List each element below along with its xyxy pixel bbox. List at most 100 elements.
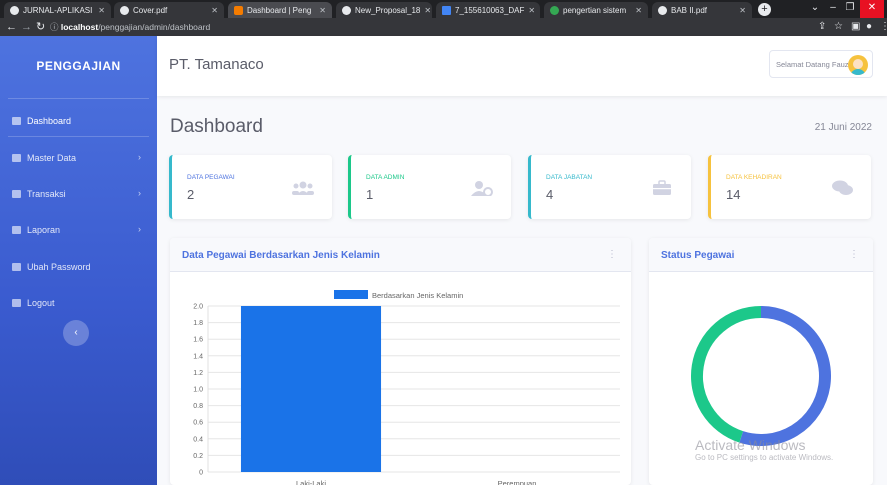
- dropdown-menu-icon[interactable]: ⋮: [607, 249, 617, 260]
- card-data-pegawai: DATA PEGAWAI 2: [169, 155, 332, 219]
- sidebar-item-laporan[interactable]: Laporan ›: [0, 219, 157, 241]
- sidebar-item-label: Laporan: [27, 225, 61, 235]
- card-value: 2: [187, 187, 195, 202]
- card-data-admin: DATA ADMIN 1: [348, 155, 511, 219]
- profile-icon[interactable]: ●: [866, 20, 872, 34]
- chrome-icon: [342, 5, 351, 15]
- page-date: 21 Juni 2022: [814, 122, 872, 133]
- close-icon[interactable]: ✕: [420, 6, 431, 15]
- user-cog-icon: [471, 181, 493, 196]
- y-tick-label: 1.4: [193, 353, 203, 360]
- sidebar-brand[interactable]: PENGGAJIAN: [0, 36, 157, 96]
- y-tick-label: 0.8: [193, 403, 203, 410]
- close-icon[interactable]: ✕: [94, 6, 105, 15]
- address-bar[interactable]: ⓘ localhost/penggajian/admin/dashboard: [50, 20, 830, 34]
- google-icon: [550, 5, 559, 15]
- browser-tab[interactable]: BAB II.pdf ✕: [652, 2, 752, 18]
- tab-label: Dashboard | Peng: [247, 5, 312, 15]
- x-tick-label: Laki-Laki: [296, 479, 326, 485]
- menu-dots-icon[interactable]: ⋮: [880, 20, 887, 34]
- sidebar-divider: [8, 98, 149, 99]
- y-tick-label: 0.2: [193, 453, 203, 460]
- browser-tab[interactable]: pengertian sistem ✕: [544, 2, 648, 18]
- close-icon[interactable]: ✕: [631, 6, 642, 15]
- sidebar-item-transaksi[interactable]: Transaksi ›: [0, 183, 157, 205]
- card-value: 1: [366, 187, 374, 202]
- sidebar-item-master-data[interactable]: Master Data ›: [0, 147, 157, 169]
- card-label: DATA PEGAWAI: [187, 174, 235, 181]
- share-icon[interactable]: ⇪: [818, 20, 826, 34]
- browser-tab[interactable]: JURNAL-APLIKASI ✕: [4, 2, 111, 18]
- bookmark-star-icon[interactable]: ☆: [834, 20, 843, 34]
- bar-chart: Berdasarkan Jenis Kelamin 2.0 1.8 1.6 1.4 1.2…: [193, 290, 620, 485]
- panel-header: Data Pegawai Berdasarkan Jenis Kelamin ⋮: [170, 238, 631, 272]
- panel-header: Status Pegawai ⋮: [649, 238, 873, 272]
- app-icon: [234, 5, 243, 15]
- donut-slice: [739, 306, 831, 446]
- new-tab-button[interactable]: +: [758, 3, 771, 16]
- browser-tab[interactable]: 7_155610063_DAF ✕: [436, 2, 540, 18]
- tab-label: New_Proposal_18: [355, 5, 421, 15]
- close-icon[interactable]: ✕: [207, 6, 218, 15]
- sidebar-item-label: Master Data: [27, 153, 77, 163]
- y-tick-label: 1.2: [193, 370, 203, 377]
- activate-windows-watermark: Activate Windows Go to PC settings to ac…: [695, 437, 833, 463]
- sidebar-toggle-button[interactable]: ‹: [63, 320, 89, 346]
- dropdown-menu-icon[interactable]: ⋮: [849, 249, 859, 260]
- y-tick-label: 1.6: [193, 337, 203, 344]
- browser-tab-active[interactable]: Dashboard | Peng ✕: [228, 2, 332, 18]
- reload-icon[interactable]: ↻: [36, 20, 45, 34]
- table-icon: [12, 190, 21, 198]
- lock-icon: [12, 263, 21, 271]
- sidebar-item-ubah-password[interactable]: Ubah Password: [0, 256, 157, 278]
- sidebar-item-label: Ubah Password: [27, 262, 91, 272]
- sidebar-item-label: Transaksi: [27, 189, 66, 199]
- forward-icon[interactable]: →: [21, 20, 32, 34]
- company-name: PT. Tamanaco: [169, 56, 264, 73]
- close-icon[interactable]: ✕: [524, 6, 535, 15]
- close-window-icon[interactable]: ✕: [860, 0, 884, 18]
- profile-menu-icon[interactable]: ⌄: [808, 0, 822, 18]
- watermark-title: Activate Windows: [695, 437, 806, 453]
- url-host: localhost: [60, 22, 99, 32]
- sidebar-item-dashboard[interactable]: Dashboard: [0, 110, 157, 132]
- chrome-icon: [658, 5, 667, 15]
- y-tick-label: 0.6: [193, 420, 203, 427]
- legend-label: Berdasarkan Jenis Kelamin: [372, 291, 463, 300]
- minimize-icon[interactable]: –: [826, 0, 840, 18]
- close-icon[interactable]: ✕: [315, 6, 326, 15]
- chrome-icon: [10, 5, 19, 15]
- sign-out-icon: [12, 299, 21, 307]
- chevron-right-icon: ›: [138, 188, 141, 198]
- dashboard-icon: [12, 117, 21, 125]
- x-tick-label: Perempuan: [498, 479, 537, 485]
- back-icon[interactable]: ←: [6, 20, 17, 34]
- watermark-subtitle: Go to PC settings to activate Windows.: [695, 453, 834, 462]
- close-icon[interactable]: ✕: [735, 6, 746, 15]
- card-value: 14: [726, 187, 741, 202]
- bar-chart-panel: Data Pegawai Berdasarkan Jenis Kelamin ⋮…: [170, 238, 631, 485]
- tab-label: BAB II.pdf: [671, 5, 708, 15]
- bar: [240, 306, 382, 472]
- tab-label: JURNAL-APLIKASI: [23, 5, 93, 15]
- chevron-right-icon: ›: [138, 152, 141, 162]
- sidebar: PENGGAJIAN Dashboard Master Data › Trans…: [0, 36, 157, 485]
- card-label: DATA ADMIN: [366, 174, 405, 181]
- sidebar-item-logout[interactable]: Logout: [0, 292, 157, 314]
- donut-slice: [691, 306, 762, 443]
- tab-search-icon[interactable]: ▣: [851, 20, 860, 34]
- panel-title: Status Pegawai: [661, 250, 735, 261]
- topbar: PT. Tamanaco Selamat Datang Fauzi: [157, 36, 887, 96]
- card-data-jabatan: DATA JABATAN 4: [528, 155, 691, 219]
- greeting-text: Selamat Datang Fauzi: [776, 60, 851, 69]
- maximize-icon[interactable]: ❐: [843, 0, 857, 18]
- user-dropdown[interactable]: Selamat Datang Fauzi: [769, 50, 873, 78]
- sidebar-item-label: Logout: [27, 298, 55, 308]
- y-tick-label: 1.0: [193, 387, 203, 394]
- browser-tab-strip: JURNAL-APLIKASI ✕ Cover.pdf ✕ Dashboard …: [0, 0, 887, 18]
- card-label: DATA KEHADIRAN: [726, 174, 782, 181]
- browser-tab[interactable]: Cover.pdf ✕: [114, 2, 224, 18]
- tab-label: Cover.pdf: [133, 5, 168, 15]
- browser-tab[interactable]: New_Proposal_18 ✕: [336, 2, 432, 18]
- y-tick-label: 0: [199, 470, 203, 477]
